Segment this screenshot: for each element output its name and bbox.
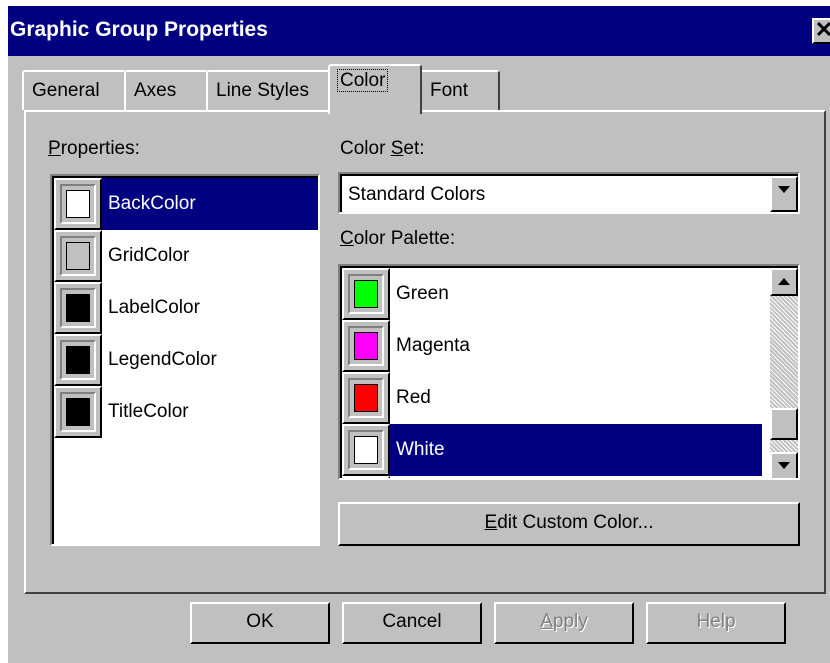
property-item-gridcolor[interactable]: GridColor xyxy=(54,230,318,282)
close-icon: ✕ xyxy=(814,17,830,42)
tab-panel-color: Properties: BackColor GridColor LabelCol… xyxy=(24,110,826,594)
palette-item-green[interactable]: Green xyxy=(342,268,762,320)
scroll-up-button[interactable] xyxy=(770,268,798,296)
color-swatch xyxy=(54,282,102,334)
dialog-window: Graphic Group Properties ✕ General Axes … xyxy=(8,6,830,663)
scroll-thumb[interactable] xyxy=(770,408,798,440)
properties-label: Properties: xyxy=(48,138,140,159)
color-set-label: Color Set: xyxy=(340,138,425,159)
swatch-black xyxy=(66,294,90,322)
color-palette-label: Color Palette: xyxy=(340,228,456,249)
swatch-black xyxy=(66,346,90,374)
property-item-labelcolor[interactable]: LabelColor xyxy=(54,282,318,334)
color-palette-list[interactable]: Green Magenta Red White xyxy=(338,264,800,480)
color-swatch xyxy=(342,268,390,320)
palette-item-partial xyxy=(342,476,762,478)
color-swatch xyxy=(54,178,102,230)
edit-custom-color-button[interactable]: Edit Custom Color... xyxy=(338,502,800,546)
swatch-white xyxy=(354,436,378,464)
property-item-backcolor[interactable]: BackColor xyxy=(54,178,318,230)
swatch-gray xyxy=(66,242,90,270)
color-set-value: Standard Colors xyxy=(348,184,486,205)
apply-button[interactable]: Apply xyxy=(494,602,634,644)
tab-font[interactable]: Font xyxy=(420,70,500,110)
palette-item-magenta[interactable]: Magenta xyxy=(342,320,762,372)
color-swatch xyxy=(54,386,102,438)
ok-button[interactable]: OK xyxy=(190,602,330,644)
close-button[interactable]: ✕ xyxy=(812,18,830,44)
chevron-down-icon xyxy=(778,462,790,469)
color-swatch xyxy=(342,424,390,476)
tab-line-styles[interactable]: Line Styles xyxy=(206,70,332,110)
color-swatch xyxy=(342,320,390,372)
palette-item-red[interactable]: Red xyxy=(342,372,762,424)
palette-scrollbar[interactable] xyxy=(770,268,798,478)
color-swatch xyxy=(54,230,102,282)
palette-item-white[interactable]: White xyxy=(342,424,762,476)
window-title: Graphic Group Properties xyxy=(10,18,268,41)
property-item-legendcolor[interactable]: LegendColor xyxy=(54,334,318,386)
swatch-red xyxy=(354,384,378,412)
color-swatch xyxy=(342,372,390,424)
cancel-button[interactable]: Cancel xyxy=(342,602,482,644)
scroll-down-button[interactable] xyxy=(770,452,798,478)
property-item-titlecolor[interactable]: TitleColor xyxy=(54,386,318,438)
swatch-white xyxy=(66,190,90,218)
tab-color[interactable]: Color xyxy=(328,64,422,114)
tab-general[interactable]: General xyxy=(22,70,126,110)
help-button[interactable]: Help xyxy=(646,602,786,644)
swatch-green xyxy=(354,280,378,308)
chevron-up-icon xyxy=(778,278,790,285)
properties-list[interactable]: BackColor GridColor LabelColor LegendCol… xyxy=(50,174,320,546)
swatch-black xyxy=(66,398,90,426)
color-set-dropdown-button[interactable] xyxy=(770,176,798,212)
color-swatch xyxy=(54,334,102,386)
tab-axes[interactable]: Axes xyxy=(124,70,208,110)
color-set-combobox[interactable]: Standard Colors xyxy=(338,172,800,214)
chevron-down-icon xyxy=(778,186,790,193)
title-bar: Graphic Group Properties ✕ xyxy=(8,6,830,56)
swatch-magenta xyxy=(354,332,378,360)
